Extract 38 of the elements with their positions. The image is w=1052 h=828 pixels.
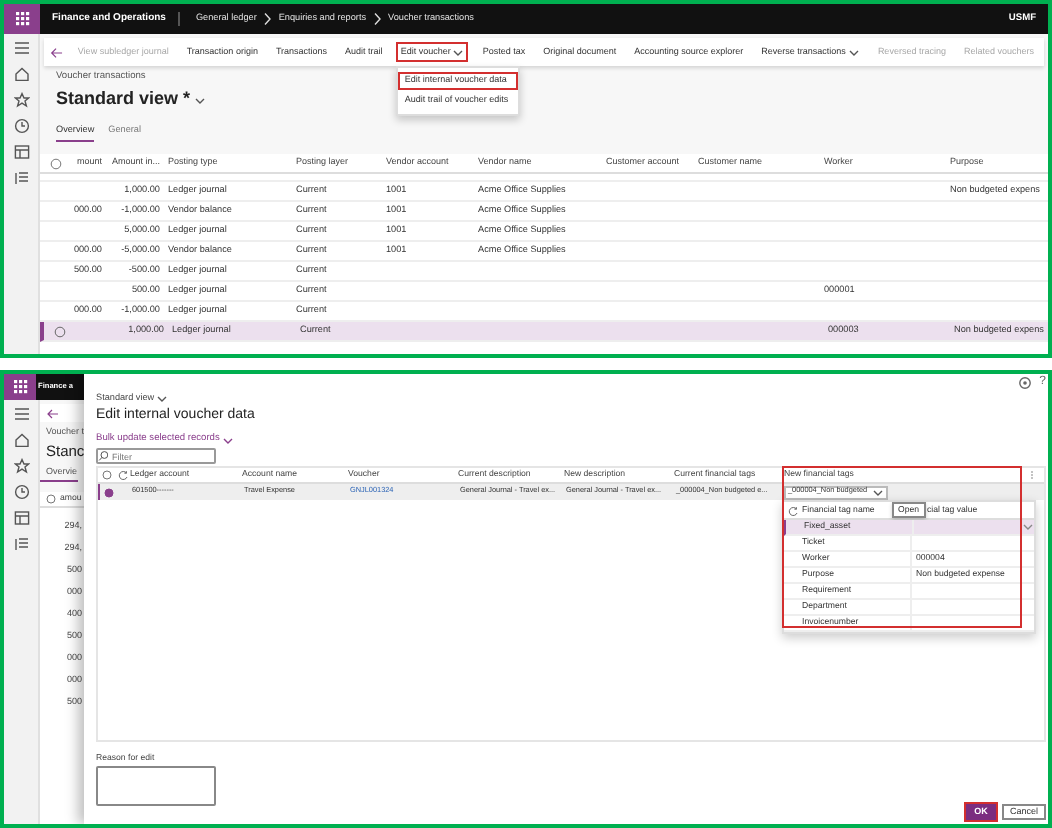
- chevron-down-icon: [1022, 522, 1034, 532]
- back-arrow-icon[interactable]: [46, 407, 60, 419]
- select-all-checkbox[interactable]: [46, 493, 56, 504]
- settings-icon[interactable]: [1017, 376, 1032, 390]
- waffle-icon: [13, 380, 27, 394]
- chevron-down-icon: [847, 47, 860, 57]
- refresh-icon[interactable]: [117, 470, 127, 480]
- chevron-right-icon: [372, 12, 383, 26]
- star-icon[interactable]: [13, 92, 29, 108]
- workspace-icon[interactable]: [13, 144, 29, 160]
- clock-icon[interactable]: [13, 118, 29, 134]
- list-icon[interactable]: [13, 536, 29, 552]
- view-title: Standard view *: [56, 86, 191, 113]
- chevron-down-icon: [156, 394, 169, 404]
- waffle-icon: [15, 12, 29, 26]
- back-arrow-icon[interactable]: [50, 45, 64, 59]
- refresh-icon[interactable]: [787, 505, 797, 515]
- clock-icon[interactable]: [13, 484, 29, 500]
- workspace-icon[interactable]: [13, 510, 29, 526]
- chevron-down-icon: [452, 47, 465, 57]
- chevron-down-icon: [194, 95, 207, 105]
- menu-icon[interactable]: [13, 40, 29, 56]
- row-select-radio[interactable]: [104, 487, 114, 497]
- row-select-radio[interactable]: [54, 325, 66, 337]
- select-all-checkbox[interactable]: [50, 157, 62, 169]
- select-all-checkbox[interactable]: [102, 470, 112, 480]
- reason-field[interactable]: [96, 766, 216, 806]
- menu-icon[interactable]: [13, 406, 29, 422]
- search-icon: [98, 450, 108, 462]
- home-icon[interactable]: [13, 66, 29, 82]
- app-launcher-button[interactable]: [4, 374, 36, 400]
- star-icon[interactable]: [13, 458, 29, 474]
- chevron-right-icon: [262, 12, 273, 26]
- app-launcher-button[interactable]: [4, 4, 40, 34]
- chevron-down-icon: [871, 487, 884, 497]
- home-icon[interactable]: [13, 432, 29, 448]
- chevron-down-icon: [221, 435, 234, 445]
- list-icon[interactable]: [13, 170, 29, 186]
